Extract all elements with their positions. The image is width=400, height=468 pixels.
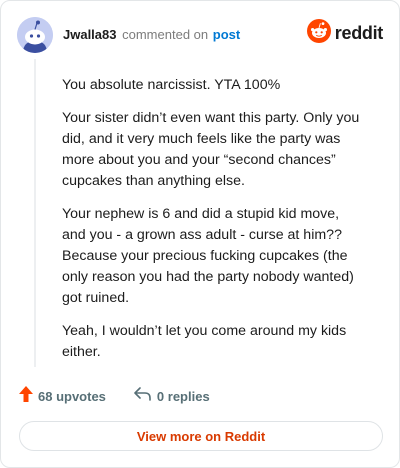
reply-arrow-icon (134, 386, 151, 406)
comment-body: You absolute narcissist. YTA 100% Your s… (62, 75, 362, 375)
upvote-button[interactable]: 68 upvotes (19, 385, 106, 407)
reply-count: 0 replies (156, 388, 210, 404)
comment-footer: 68 upvotes 0 replies (19, 384, 210, 408)
action-text: commented on (122, 27, 209, 42)
post-link[interactable]: post (213, 27, 240, 42)
reddit-logo-icon (306, 18, 331, 48)
thread-line (34, 59, 36, 367)
upvote-arrow-icon (19, 385, 33, 407)
comment-paragraph: Your nephew is 6 and did a stupid kid mo… (62, 206, 354, 306)
replies-button[interactable]: 0 replies (134, 386, 210, 406)
comment-paragraph: You absolute narcissist. YTA 100% (62, 77, 281, 93)
comment-paragraph: Yeah, I wouldn’t let you come around my … (62, 323, 347, 360)
embedded-comment-card: Jwalla83 commented on post reddit You ab… (0, 0, 400, 468)
comment-paragraph: Your sister didn’t even want this party.… (62, 110, 360, 189)
user-avatar-icon[interactable] (17, 17, 53, 53)
comment-header: Jwalla83 commented on post reddit (17, 15, 383, 55)
upvote-count: 68 upvotes (38, 388, 106, 404)
reddit-wordmark: reddit (334, 22, 384, 43)
username[interactable]: Jwalla83 (63, 27, 117, 42)
comment-byline: Jwalla83 commented on post (63, 27, 240, 42)
view-more-button[interactable]: View more on Reddit (19, 421, 383, 451)
reddit-brand[interactable]: reddit (306, 18, 384, 48)
